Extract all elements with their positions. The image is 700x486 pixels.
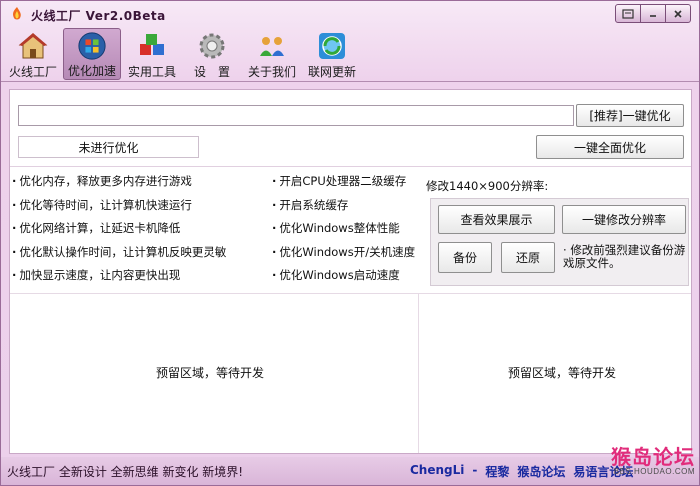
resolution-panel: 修改1440×900分辨率: 查看效果展示 一键修改分辨率 备份 还原 · 修改… [426, 168, 691, 293]
toolbar-label: 实用工具 [127, 65, 176, 79]
option-item: 优化Windows开/关机速度 [272, 245, 415, 269]
author-link[interactable]: ChengLi [410, 463, 464, 480]
optimize-panel: [推荐]一键优化 未进行优化 一键全面优化 优化内存，释放更多内存进行游戏 优化… [9, 89, 692, 454]
toolbar-item-home[interactable]: 火线工厂 [5, 28, 61, 80]
option-item: 优化Windows整体性能 [272, 221, 415, 245]
option-item: 优化Windows启动速度 [272, 268, 415, 292]
toolbar-item-update[interactable]: 联网更新 [303, 28, 361, 80]
close-button[interactable] [665, 4, 691, 23]
option-item: 优化默认操作时间，让计算机反映更灵敏 [12, 245, 226, 269]
window-title: 火线工厂 Ver2.0Beta [31, 9, 166, 23]
option-item: 优化等待时间，让计算机快速运行 [12, 198, 226, 222]
option-item: 优化内存，释放更多内存进行游戏 [12, 174, 226, 198]
modify-resolution-button[interactable]: 一键修改分辨率 [562, 205, 686, 234]
close-icon [674, 9, 682, 18]
option-item: 加快显示速度，让内容更快出现 [12, 268, 226, 292]
toolbar-item-settings[interactable]: 设 置 [183, 28, 241, 80]
section-divider-vertical [418, 293, 419, 453]
toolbar-label: 设 置 [193, 65, 230, 79]
status-slogan: 火线工厂 全新设计 全新思维 新变化 新境界! [7, 465, 244, 479]
toolbar-item-tools[interactable]: 实用工具 [123, 28, 181, 80]
status-bar: 火线工厂 全新设计 全新思维 新变化 新境界! ChengLi - 程黎 猴岛论… [1, 457, 699, 485]
restore-button-res[interactable]: 还原 [501, 242, 555, 273]
reserved-area-right: 预留区域，等待开发 [508, 366, 617, 380]
minimize-icon [650, 14, 656, 17]
forum-link[interactable]: 猴岛论坛 [517, 463, 565, 480]
toolbar-label: 火线工厂 [8, 65, 57, 79]
toolbar-label: 优化加速 [67, 64, 116, 78]
option-list-left: 优化内存，释放更多内存进行游戏 优化等待时间，让计算机快速运行 优化网络计算，让… [12, 174, 226, 292]
watermark-url: BBS.HOUDAO.COM [613, 467, 695, 476]
watermark-title: 猴岛论坛 [611, 447, 695, 469]
minimize-button[interactable] [640, 4, 666, 23]
optimize-status: 未进行优化 [18, 136, 199, 158]
status-links: ChengLi - 程黎 猴岛论坛 易语言论坛 [410, 463, 641, 480]
site-watermark: 猴岛论坛 BBS.HOUDAO.COM [611, 441, 695, 476]
toolbar-label: 联网更新 [307, 65, 356, 79]
resolution-label: 修改1440×900分辨率: [426, 179, 549, 193]
reserved-area-left: 预留区域，等待开发 [156, 366, 265, 380]
option-item: 优化网络计算，让延迟卡机降低 [12, 221, 226, 245]
toolbar-item-optimize[interactable]: 优化加速 [63, 28, 121, 80]
backup-note-text: 修改前强烈建议备份游戏原文件。 [563, 243, 686, 270]
author-name-link[interactable]: 程黎 [485, 463, 509, 480]
full-optimize-button[interactable]: 一键全面优化 [536, 135, 684, 159]
resolution-box: 查看效果展示 一键修改分辨率 备份 还原 · 修改前强烈建议备份游戏原文件。 [430, 198, 689, 286]
option-item: 开启系统缓存 [272, 198, 415, 222]
restore-button[interactable] [615, 4, 641, 23]
toolbar-divider [1, 81, 699, 82]
link-separator: - [472, 463, 478, 477]
cubes-icon [140, 34, 164, 55]
restore-icon [622, 8, 634, 19]
option-list-right: 开启CPU处理器二级缓存 开启系统缓存 优化Windows整体性能 优化Wind… [272, 174, 415, 292]
option-item: 开启CPU处理器二级缓存 [272, 174, 415, 198]
optimize-header: [推荐]一键优化 未进行优化 一键全面优化 [10, 90, 691, 167]
section-divider [10, 293, 691, 294]
toolbar-label: 关于我们 [247, 65, 296, 79]
globe-refresh-icon [319, 33, 345, 59]
backup-button[interactable]: 备份 [438, 242, 492, 273]
main-toolbar: 火线工厂 优化加速 实用工具 设 置 关于我们 联网更新 [5, 28, 363, 80]
view-effect-button[interactable]: 查看效果展示 [438, 205, 555, 234]
optimize-path-input[interactable] [18, 105, 574, 126]
recommend-optimize-button[interactable]: [推荐]一键优化 [576, 104, 684, 127]
house-icon [18, 33, 48, 59]
gear-icon [199, 33, 225, 59]
backup-note: · 修改前强烈建议备份游戏原文件。 [563, 243, 686, 270]
windows-orb-icon [78, 32, 106, 60]
toolbar-item-about[interactable]: 关于我们 [243, 28, 301, 80]
app-window: 火线工厂 Ver2.0Beta 火线工厂 优化加速 实用工具 设 置 关于我们 … [0, 0, 700, 486]
title-bar[interactable]: 火线工厂 Ver2.0Beta [1, 1, 699, 27]
people-icon [260, 37, 284, 56]
app-logo-icon [13, 7, 21, 20]
